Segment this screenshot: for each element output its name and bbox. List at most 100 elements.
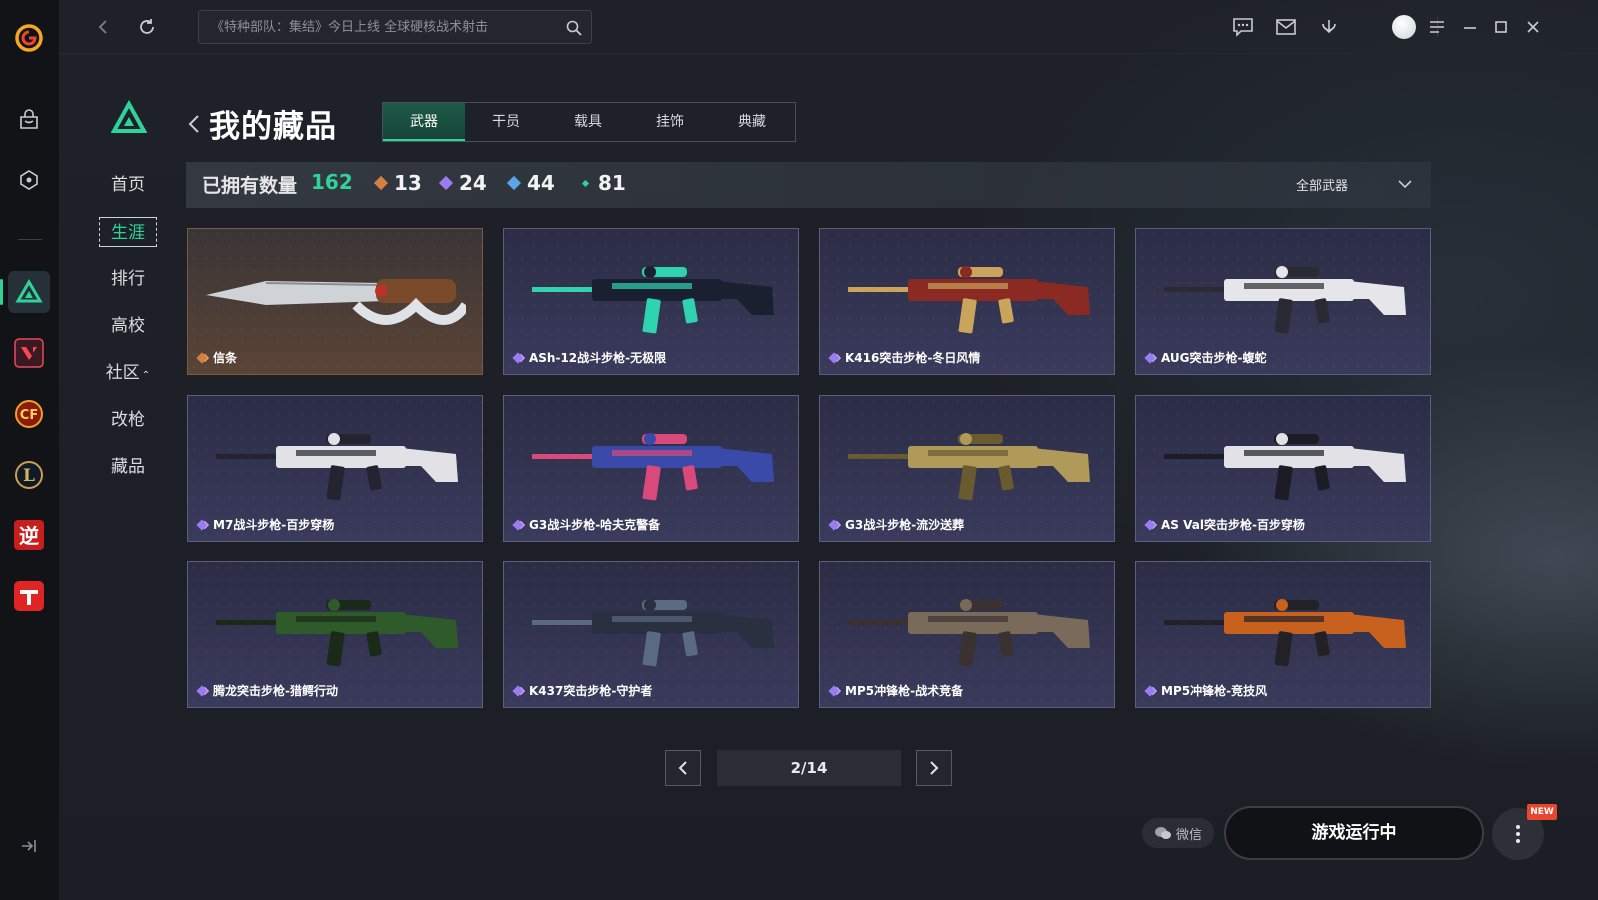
game-tgp-icon[interactable] <box>8 575 50 617</box>
wechat-label: 微信 <box>1175 827 1202 843</box>
svg-text:CF: CF <box>20 408 38 423</box>
tab-charms[interactable]: 挂饰 <box>629 103 711 141</box>
weapon-card[interactable]: MP5冲锋枪-竞技风 <box>1135 561 1431 708</box>
weapon-name: 腾龙突击步枪-猎鳄行动 <box>196 682 338 699</box>
weapon-name: M7战斗步枪-百步穿杨 <box>196 516 334 533</box>
weapon-name-text: AUG突击步枪-蝮蛇 <box>1161 351 1267 365</box>
svg-text:逆: 逆 <box>19 524 39 548</box>
page-indicator: 2/14 <box>717 750 901 786</box>
weapon-name-text: MP5冲锋枪-竞技风 <box>1161 684 1268 698</box>
diamond-green-icon <box>581 179 590 187</box>
wechat-icon <box>1154 827 1171 839</box>
store-icon[interactable] <box>8 99 50 141</box>
game-ni-icon[interactable]: 逆 <box>8 514 50 556</box>
rarity-gold-count: 13 <box>373 171 422 195</box>
weapon-image <box>1164 433 1406 501</box>
rarity-diamond-icon <box>512 684 524 697</box>
chevron-down-icon[interactable] <box>1397 176 1413 192</box>
maximize-icon[interactable] <box>1487 13 1515 41</box>
weapon-name: MP5冲锋枪-竞技风 <box>1144 682 1268 699</box>
section-nav: 首页 生涯 排行 高校 社区 ⌃ 改枪 藏品 <box>99 170 159 499</box>
weapon-card[interactable]: M7战斗步枪-百步穿杨 <box>187 395 483 542</box>
count-value: 81 <box>598 171 626 195</box>
game-running-button[interactable]: 游戏运行中 <box>1224 806 1484 860</box>
discover-icon[interactable] <box>8 159 50 201</box>
weapon-card[interactable]: K416突击步枪-冬日风情 <box>819 228 1115 375</box>
weapon-card[interactable]: 腾龙突击步枪-猎鳄行动 <box>187 561 483 708</box>
weapon-name-text: K437突击步枪-守护者 <box>529 684 653 698</box>
nav-item-home[interactable]: 首页 <box>99 170 157 200</box>
search-box[interactable] <box>198 10 592 44</box>
diamond-purple-icon <box>438 175 454 191</box>
nav-label: 首页 <box>111 175 145 195</box>
weapon-name-text: 腾龙突击步枪-猎鳄行动 <box>213 684 338 698</box>
close-icon[interactable] <box>1519 13 1547 41</box>
nav-item-college[interactable]: 高校 <box>99 311 157 341</box>
nav-item-community[interactable]: 社区 ⌃ <box>99 358 157 388</box>
tab-vehicles[interactable]: 载具 <box>547 103 629 141</box>
weapon-name: MP5冲锋枪-战术竞备 <box>828 682 963 699</box>
weapon-card[interactable]: MP5冲锋枪-战术竞备 <box>819 561 1115 708</box>
weapon-name: AUG突击步枪-蝮蛇 <box>1144 349 1267 366</box>
weapon-name: K416突击步枪-冬日风情 <box>828 349 980 366</box>
expand-sidebar-icon[interactable] <box>18 836 40 856</box>
download-icon[interactable] <box>1315 13 1343 41</box>
weapon-card[interactable]: AUG突击步枪-蝮蛇 <box>1135 228 1431 375</box>
weapon-name-text: 信条 <box>213 351 238 365</box>
chevron-left-icon[interactable] <box>186 113 202 135</box>
tab-collections[interactable]: 典藏 <box>711 103 793 141</box>
weapon-image <box>848 266 1090 334</box>
count-value: 24 <box>459 171 487 195</box>
weapon-name: G3战斗步枪-流沙送葬 <box>828 516 965 533</box>
rarity-diamond-icon <box>196 684 208 697</box>
game-lol-icon[interactable]: L <box>8 454 50 496</box>
weapon-filter-select[interactable]: 全部武器 <box>1296 175 1348 194</box>
rarity-purple-count: 24 <box>438 171 487 195</box>
weapon-image <box>216 599 458 667</box>
nav-item-career[interactable]: 生涯 <box>99 217 157 247</box>
weapon-image <box>848 433 1090 501</box>
game-crossfire-icon[interactable]: CF <box>8 393 50 435</box>
rarity-diamond-icon <box>196 351 208 364</box>
search-input[interactable] <box>211 11 556 43</box>
mail-icon[interactable] <box>1272 13 1300 41</box>
nav-label: 生涯 <box>111 223 145 243</box>
nav-item-gunsmith[interactable]: 改枪 <box>99 405 157 435</box>
rarity-blue-count: 44 <box>506 171 555 195</box>
weapon-card[interactable]: ASh-12战斗步枪-无极限 <box>503 228 799 375</box>
game-valorant-icon[interactable] <box>8 332 50 374</box>
rarity-diamond-icon <box>828 684 840 697</box>
weapon-card[interactable]: AS Val突击步枪-百步穿杨 <box>1135 395 1431 542</box>
weapon-image <box>1164 266 1406 334</box>
weapon-card[interactable]: G3战斗步枪-哈夫克警备 <box>503 395 799 542</box>
nav-item-collection[interactable]: 藏品 <box>99 452 157 482</box>
weapon-card[interactable]: 信条 <box>187 228 483 375</box>
rarity-diamond-icon <box>828 351 840 364</box>
next-page-button[interactable] <box>916 750 952 786</box>
weapon-name-text: G3战斗步枪-流沙送葬 <box>845 518 965 532</box>
back-arrow-icon[interactable] <box>90 13 118 41</box>
weapon-image <box>848 599 1090 667</box>
nav-item-ranking[interactable]: 排行 <box>99 264 157 294</box>
owned-count-label: 已拥有数量 <box>202 175 298 197</box>
weapon-image <box>216 433 458 501</box>
prev-page-button[interactable] <box>665 750 701 786</box>
weapon-card[interactable]: G3战斗步枪-流沙送葬 <box>819 395 1115 542</box>
avatar[interactable] <box>1392 15 1416 39</box>
tab-operators[interactable]: 干员 <box>465 103 547 141</box>
diamond-gold-icon <box>373 175 389 191</box>
search-icon[interactable] <box>565 19 583 37</box>
weapon-card[interactable]: K437突击步枪-守护者 <box>503 561 799 708</box>
rarity-diamond-icon <box>1144 684 1156 697</box>
wechat-button[interactable]: 微信 <box>1142 818 1214 848</box>
minimize-icon[interactable] <box>1456 13 1484 41</box>
chat-icon[interactable] <box>1229 13 1257 41</box>
rarity-diamond-icon <box>828 518 840 531</box>
app-logo[interactable] <box>8 17 50 59</box>
refresh-icon[interactable] <box>133 13 161 41</box>
menu-icon[interactable] <box>1423 13 1451 41</box>
game-delta-force-icon[interactable] <box>0 271 50 313</box>
ownership-stats-bar: 已拥有数量 162 13 24 44 81 全部武器 <box>186 162 1431 208</box>
weapon-name-text: AS Val突击步枪-百步穿杨 <box>1161 518 1305 532</box>
tab-weapons[interactable]: 武器 <box>383 103 465 141</box>
